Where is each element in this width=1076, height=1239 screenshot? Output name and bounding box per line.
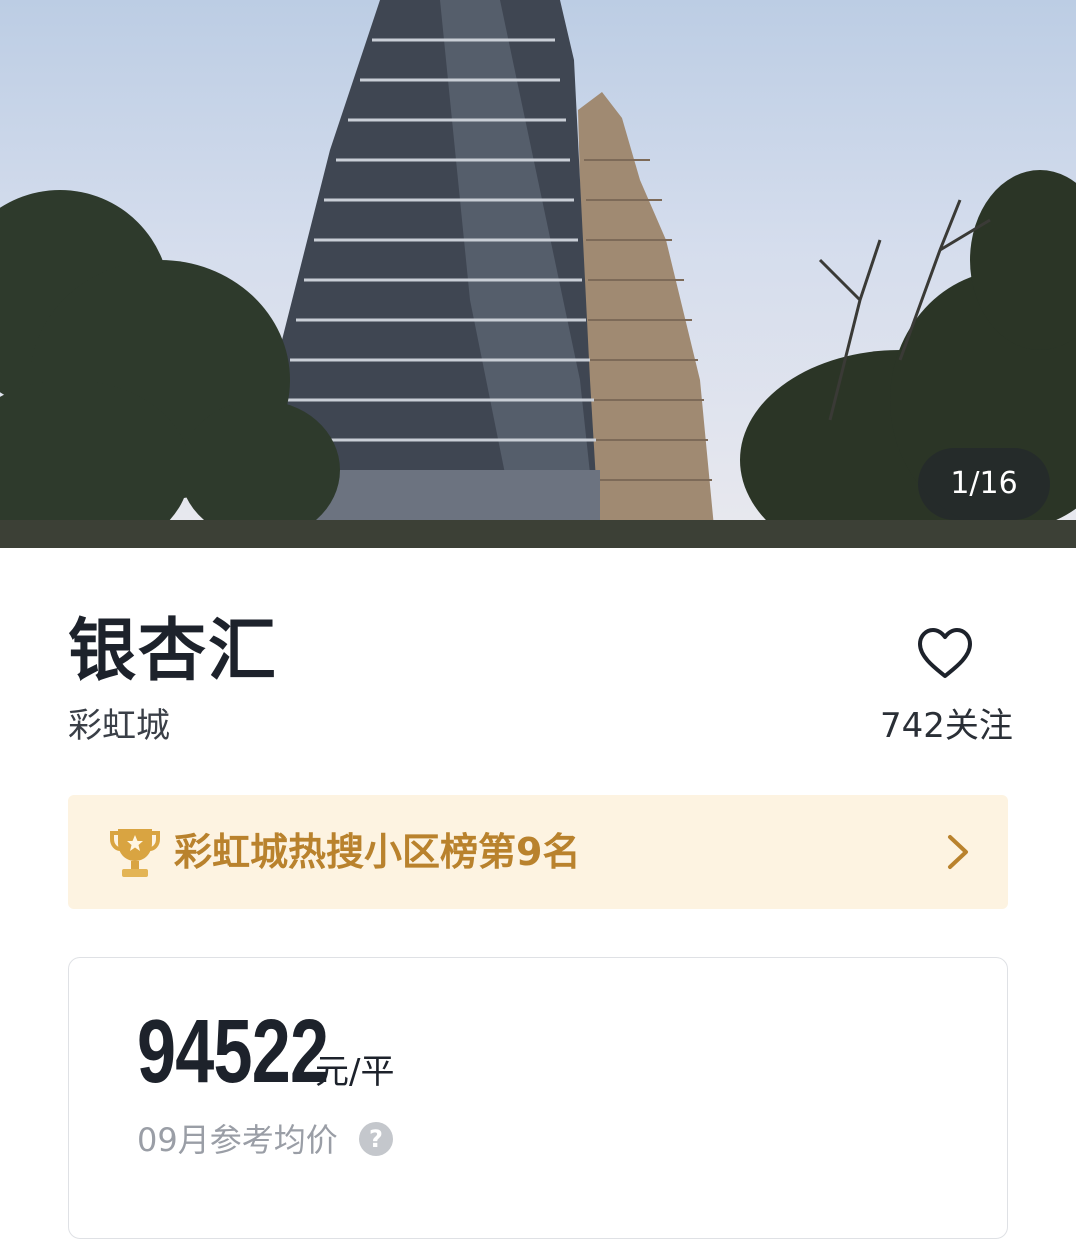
image-counter: 1/16 [918, 448, 1050, 520]
photo-gallery[interactable]: 1/16 [0, 0, 1076, 548]
ranking-text: 彩虹城热搜小区榜第9名 [174, 830, 581, 874]
trophy-icon [110, 829, 160, 877]
ranking-banner[interactable]: 彩虹城热搜小区榜第9名 [68, 795, 1008, 909]
building-photo [0, 0, 1076, 548]
question-circle-icon[interactable]: ? [359, 1122, 393, 1156]
favorite-button[interactable]: 742关注 [880, 618, 1013, 748]
district-label[interactable]: 彩虹城 [68, 704, 170, 748]
chevron-right-icon [948, 835, 968, 869]
price-card: 94522 元/平 09月参考均价 ? [68, 957, 1008, 1239]
heart-outline-icon [918, 628, 972, 678]
average-price-value: 94522 [137, 1002, 329, 1102]
price-unit: 元/平 [315, 1052, 395, 1092]
price-label: 09月参考均价 [137, 1121, 338, 1159]
community-name: 银杏汇 [68, 612, 279, 691]
follow-count: 742关注 [880, 706, 1013, 746]
